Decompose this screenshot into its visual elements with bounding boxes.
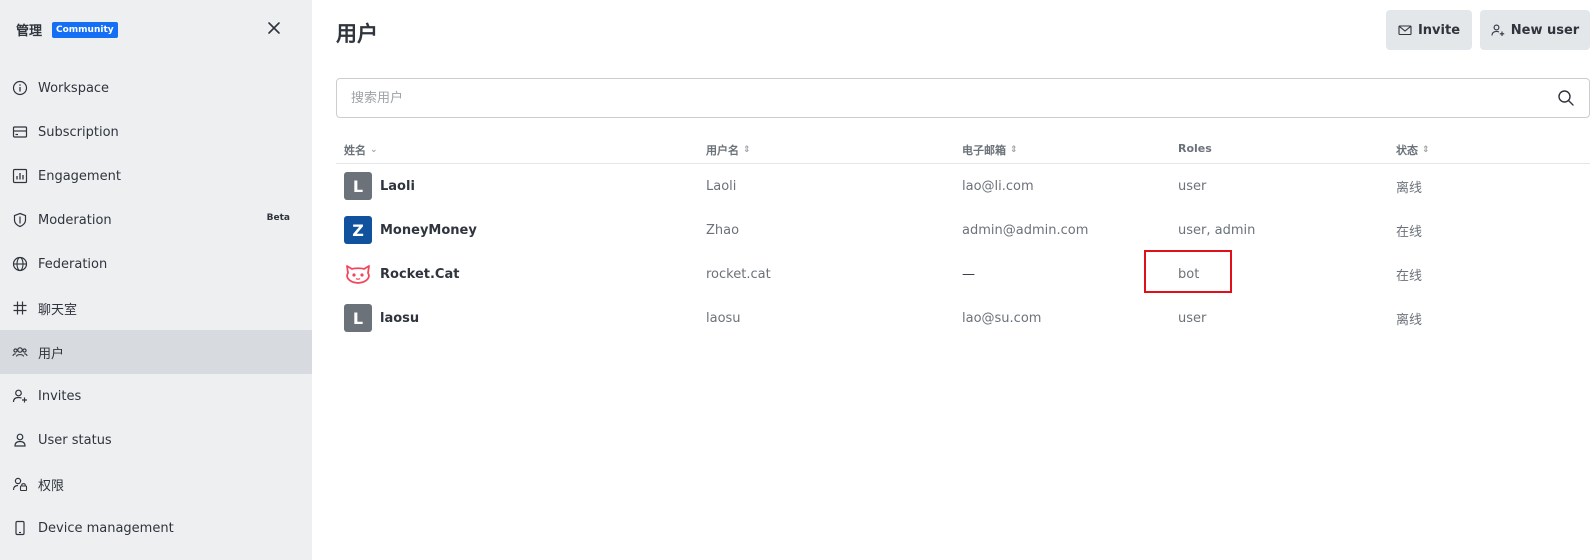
user-name: Rocket.Cat — [380, 266, 460, 282]
user-name: laosu — [380, 310, 420, 326]
sidebar-item-invites[interactable]: Invites — [0, 374, 312, 418]
sort-icon: ⇕ — [1422, 145, 1430, 155]
sidebar-title: 管理 — [16, 24, 43, 39]
highlight-box — [1144, 250, 1232, 293]
table-header: 姓名 ⌄ 用户名 ⇕ 电子邮箱 ⇕ Roles 状态 ⇕ — [336, 136, 1590, 164]
search-icon[interactable] — [1557, 89, 1575, 107]
column-label: 姓名 — [344, 144, 366, 157]
table-row[interactable]: L Laoli Laoli lao@li.com user 离线 — [336, 164, 1590, 208]
new-user-button[interactable]: New user — [1480, 10, 1590, 50]
globe-icon — [12, 256, 28, 272]
roles-cell: user — [1178, 310, 1207, 326]
sidebar-item-label: Device management — [38, 520, 174, 536]
avatar: L — [344, 172, 372, 200]
column-label: 状态 — [1396, 144, 1418, 157]
sidebar-item-label: Workspace — [38, 80, 110, 96]
new-user-label: New user — [1510, 22, 1580, 38]
sidebar-item-label: User status — [38, 432, 112, 448]
user-name: Laoli — [380, 178, 415, 194]
invite-label: Invite — [1417, 22, 1461, 38]
sidebar-item-label: 权限 — [38, 478, 65, 494]
search-box — [336, 78, 1590, 118]
sidebar-item-label: Engagement — [38, 168, 121, 184]
sidebar-item-federation[interactable]: Federation — [0, 242, 312, 286]
sidebar-item-workspace[interactable]: Workspace — [0, 66, 312, 110]
user-name-cell: L laosu — [344, 296, 419, 340]
username-cell: laosu — [706, 310, 741, 326]
sidebar-item-label: Subscription — [38, 124, 119, 140]
user-plus-icon — [12, 388, 28, 404]
info-icon — [12, 80, 28, 96]
card-icon — [12, 124, 28, 140]
email-cell: lao@su.com — [962, 310, 1042, 326]
sidebar-item-label: Moderation — [38, 212, 112, 228]
column-label: 用户名 — [706, 144, 739, 157]
sidebar-item-device-management[interactable]: Device management — [0, 506, 312, 550]
status-cell: 在线 — [1396, 224, 1423, 240]
email-cell: — — [962, 266, 975, 282]
search-input[interactable] — [351, 79, 1531, 117]
invite-button[interactable]: Invite — [1386, 10, 1472, 50]
sort-icon: ⌄ — [370, 145, 378, 155]
sidebar-item-rooms[interactable]: 聊天室 — [0, 286, 312, 330]
user-icon — [12, 432, 28, 448]
hash-icon — [12, 300, 28, 316]
team-icon — [12, 344, 28, 360]
username-cell: Zhao — [706, 222, 740, 238]
sidebar-item-engagement[interactable]: Engagement — [0, 154, 312, 198]
shield-icon — [12, 212, 28, 228]
status-cell: 在线 — [1396, 268, 1423, 284]
sidebar-item-user-status[interactable]: User status — [0, 418, 312, 462]
column-header-email[interactable]: 电子邮箱 ⇕ — [962, 142, 1018, 158]
sidebar-item-subscription[interactable]: Subscription — [0, 110, 312, 154]
table-row[interactable]: Rocket.Cat rocket.cat — bot 在线 — [336, 252, 1590, 296]
sidebar-item-label: Invites — [38, 388, 82, 404]
beta-tag: Beta — [266, 213, 290, 223]
column-header-roles: Roles — [1178, 142, 1212, 155]
sidebar-item-label: 用户 — [38, 346, 65, 362]
edition-badge: Community — [52, 22, 118, 38]
email-cell: admin@admin.com — [962, 222, 1089, 238]
user-lock-icon — [12, 476, 28, 492]
column-label: 电子邮箱 — [962, 144, 1006, 157]
user-name-cell: Rocket.Cat — [344, 252, 459, 296]
close-icon[interactable] — [264, 18, 284, 38]
column-header-name[interactable]: 姓名 ⌄ — [344, 142, 378, 158]
chart-icon — [12, 168, 28, 184]
email-cell: lao@li.com — [962, 178, 1034, 194]
users-table: 姓名 ⌄ 用户名 ⇕ 电子邮箱 ⇕ Roles 状态 ⇕ L Laoli Laoli l… — [336, 136, 1590, 340]
user-name-cell: Z MoneyMoney — [344, 208, 477, 252]
sort-icon: ⇕ — [743, 145, 751, 155]
sidebar-item-moderation[interactable]: Moderation Beta — [0, 198, 312, 242]
sidebar-item-users[interactable]: 用户 — [0, 330, 312, 374]
avatar: L — [344, 304, 372, 332]
table-row[interactable]: Z MoneyMoney Zhao admin@admin.com user, … — [336, 208, 1590, 252]
table-row[interactable]: L laosu laosu lao@su.com user 离线 — [336, 296, 1590, 340]
sidebar-item-label: 聊天室 — [38, 302, 78, 318]
status-cell: 离线 — [1396, 180, 1423, 196]
mail-icon — [1398, 25, 1412, 36]
user-name: MoneyMoney — [380, 222, 477, 238]
sidebar-item-label: Federation — [38, 256, 108, 272]
username-cell: Laoli — [706, 178, 737, 194]
column-header-username[interactable]: 用户名 ⇕ — [706, 142, 751, 158]
sidebar-item-permissions[interactable]: 权限 — [0, 462, 312, 506]
roles-cell: user, admin — [1178, 222, 1256, 238]
status-cell: 离线 — [1396, 312, 1423, 328]
roles-cell: user — [1178, 178, 1207, 194]
sidebar-nav: Workspace Subscription Engagement Modera… — [0, 66, 312, 550]
admin-sidebar: 管理 Community Workspace Subscription Enga… — [0, 0, 312, 560]
main-content: 用户 Invite New user 姓名 ⌄ 用户名 ⇕ 电子邮箱 ⇕ Roles … — [312, 0, 1596, 560]
sidebar-header: 管理 Community — [0, 0, 312, 60]
username-cell: rocket.cat — [706, 266, 771, 282]
avatar: Z — [344, 216, 372, 244]
sort-icon: ⇕ — [1010, 145, 1018, 155]
mobile-icon — [12, 520, 28, 536]
page-title: 用户 — [336, 22, 378, 46]
user-name-cell: L Laoli — [344, 164, 415, 208]
user-plus-icon — [1491, 24, 1504, 36]
column-header-status[interactable]: 状态 ⇕ — [1396, 142, 1430, 158]
column-label: Roles — [1178, 142, 1212, 155]
rocket-cat-avatar-icon — [344, 260, 372, 288]
